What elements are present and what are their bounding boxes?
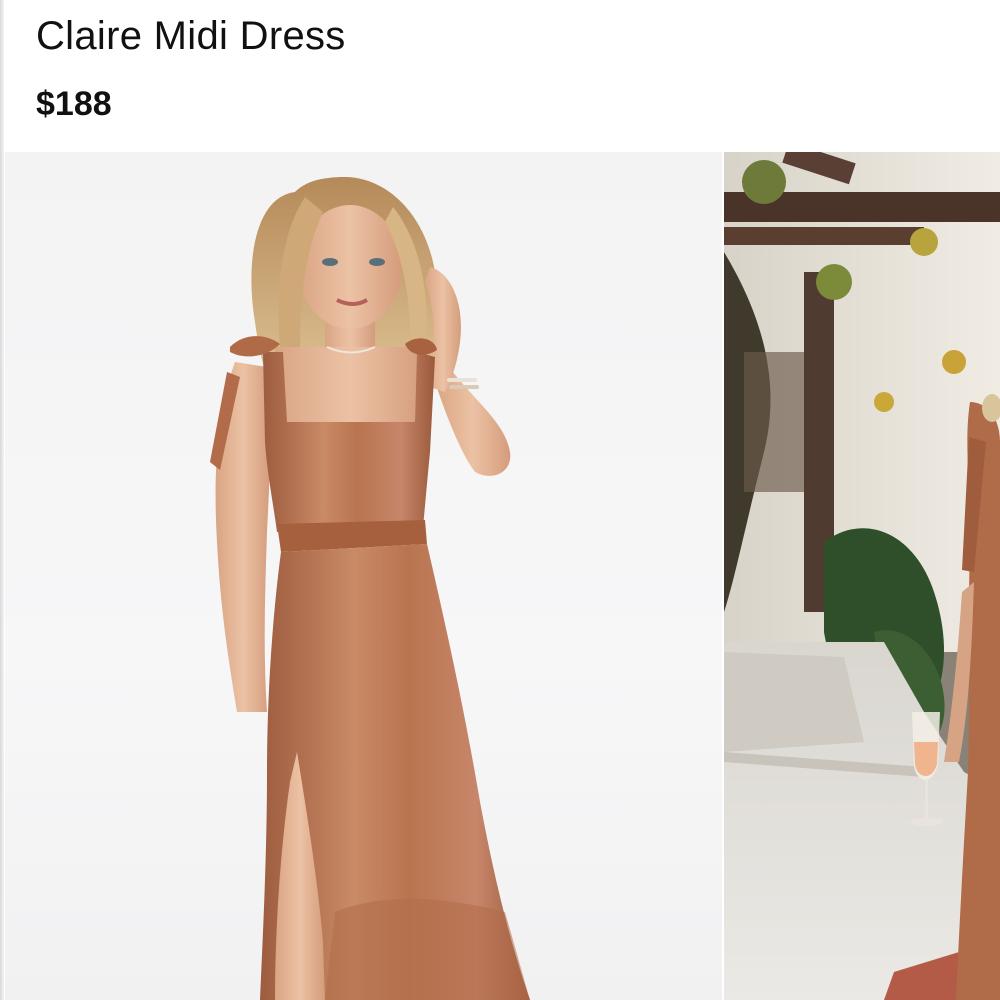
gallery-image-secondary[interactable] [724,152,1000,1000]
model-studio-photo [210,177,530,1000]
product-image-gallery[interactable] [0,152,1000,1000]
product-price: $188 [36,85,112,123]
product-title: Claire Midi Dress [36,14,346,58]
product-page: Claire Midi Dress $188 [0,0,1000,1000]
model-outdoor-photo [724,152,1000,1000]
product-header: Claire Midi Dress $188 [36,10,960,140]
gallery-image-main[interactable] [5,152,722,1000]
